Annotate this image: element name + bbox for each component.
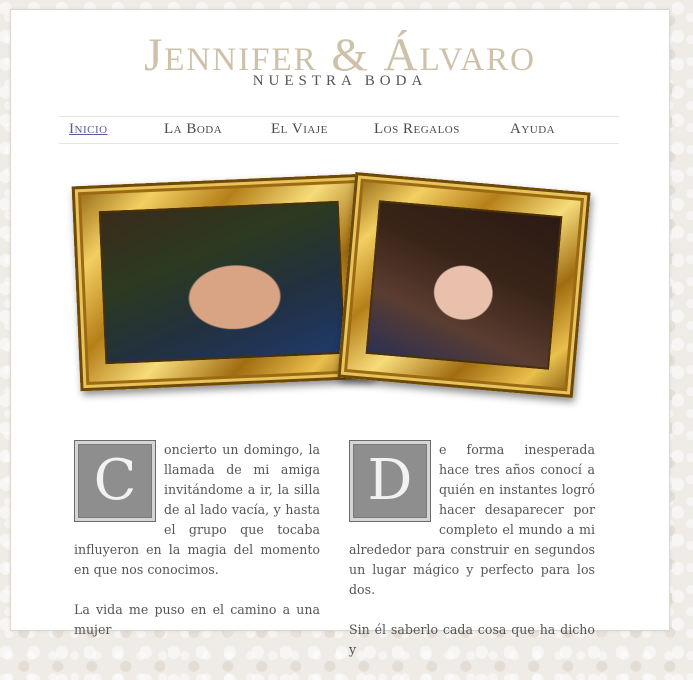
paragraph-text: La vida me puso en el camino a una mujer	[74, 602, 320, 637]
site-subtitle: NUESTRA BODA	[252, 73, 428, 89]
story-column-right: D e forma inesperada hace tres años cono…	[349, 440, 595, 680]
nav-item-inicio[interactable]: Inicio	[69, 121, 108, 138]
story-column-left: C oncierto un domingo, la llamada de mi …	[74, 440, 320, 660]
paragraph-text: Sin él saberlo cada cosa que ha dicho y	[349, 622, 595, 657]
nav-item-ayuda[interactable]: Ayuda	[510, 121, 555, 138]
paragraph: D e forma inesperada hace tres años cono…	[349, 440, 595, 600]
nav-item-el-viaje[interactable]: El Viaje	[271, 121, 328, 138]
dropcap-c: C	[74, 440, 156, 522]
gold-frame-jennifer	[337, 172, 591, 398]
dropcap-d: D	[349, 440, 431, 522]
nav-item-la-boda[interactable]: La Boda	[164, 121, 222, 138]
photo-jennifer	[365, 200, 563, 370]
nav-item-los-regalos[interactable]: Los Regalos	[374, 121, 460, 138]
photo-alvaro	[98, 200, 346, 365]
main-nav: Inicio La Boda El Viaje Los Regalos Ayud…	[59, 116, 619, 144]
paragraph: C oncierto un domingo, la llamada de mi …	[74, 440, 320, 580]
gold-frame-alvaro	[71, 173, 373, 392]
